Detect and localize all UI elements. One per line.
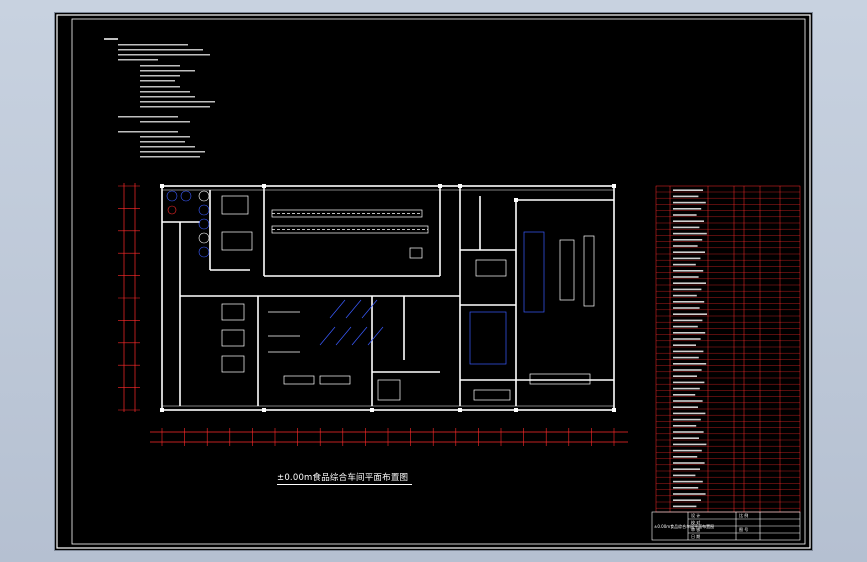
legend-table-entry bbox=[673, 462, 705, 464]
drawing-title: ±0.00m食品综合车间平面布置图 bbox=[277, 472, 412, 485]
title-block-row-review: 审 核 bbox=[691, 527, 701, 532]
legend-table-entry bbox=[673, 201, 706, 204]
legend-table-entry bbox=[673, 214, 697, 216]
left-dimension-chain bbox=[123, 183, 136, 412]
title-block-drawing-name: ±0.00m食品综合车间平面布置图 bbox=[654, 524, 715, 529]
legend-table-entry bbox=[673, 412, 706, 415]
legend-table-entry bbox=[673, 270, 704, 272]
processing-equipment-right bbox=[469, 231, 595, 401]
legend-table-entry bbox=[673, 449, 702, 452]
legend-table-entry bbox=[673, 443, 707, 446]
title-block-row-design: 设 计 bbox=[691, 513, 701, 518]
title-block-sheet-label: 图 号 bbox=[739, 527, 749, 532]
legend-table-entry bbox=[673, 468, 700, 470]
drawing-outer-frame bbox=[56, 14, 811, 549]
legend-table-entry bbox=[673, 350, 704, 353]
legend-table-entry bbox=[673, 425, 697, 427]
legend-table-entry bbox=[673, 394, 696, 396]
floor-plan-drawing bbox=[56, 14, 811, 549]
legend-table-entry bbox=[673, 332, 706, 334]
legend-table-entry bbox=[673, 387, 700, 390]
legend-table-entry bbox=[673, 493, 706, 495]
legend-table-entry bbox=[673, 344, 696, 346]
legend-table-entry bbox=[673, 208, 702, 210]
legend-table-entry bbox=[673, 301, 705, 303]
legend-table-entry bbox=[673, 487, 699, 489]
legend-table-entry bbox=[673, 220, 704, 222]
legend-table-entry bbox=[673, 294, 697, 297]
legend-table-entry bbox=[673, 319, 703, 322]
legend-table-entry bbox=[673, 400, 703, 402]
legend-table-entry bbox=[673, 480, 703, 483]
processing-lines-top bbox=[221, 195, 429, 259]
title-block-row-check: 校 对 bbox=[691, 520, 701, 525]
legend-table-entry bbox=[673, 313, 707, 315]
bottom-dimension-chain bbox=[150, 431, 628, 443]
legend-table-entry bbox=[673, 257, 701, 260]
legend-table-entry bbox=[673, 456, 698, 458]
legend-table-entry bbox=[673, 505, 697, 508]
processing-equipment-lower bbox=[221, 299, 401, 401]
legend-table-entry bbox=[673, 276, 699, 278]
legend-table-entry bbox=[673, 499, 701, 501]
legend-table-entry bbox=[673, 406, 698, 408]
legend-table-entry bbox=[673, 437, 699, 439]
title-block-row-date: 日 期 bbox=[691, 534, 701, 539]
legend-table-entry bbox=[673, 195, 699, 198]
legend-table-entry bbox=[673, 369, 702, 371]
legend-table-entry bbox=[673, 251, 705, 253]
legend-table-entry bbox=[673, 245, 698, 247]
legend-table-entry bbox=[673, 474, 696, 477]
title-block-scale-label: 比 例 bbox=[739, 513, 749, 518]
legend-table-entry bbox=[673, 288, 702, 291]
general-notes bbox=[104, 38, 215, 158]
building-walls bbox=[161, 185, 615, 411]
legend-table-entry bbox=[673, 307, 700, 309]
cad-viewer: ±0.00m食品综合车间平面布置图 ±0.00m食品综合车间平面布置图 设 计 … bbox=[0, 0, 867, 562]
legend-table-entry bbox=[673, 232, 707, 235]
drawing-inner-frame bbox=[71, 18, 806, 545]
legend-table-entry bbox=[673, 431, 704, 433]
legend-table-entry bbox=[673, 226, 700, 229]
legend-table-entry bbox=[673, 418, 701, 421]
storage-tanks bbox=[166, 190, 210, 258]
legend-table-entry bbox=[673, 363, 707, 365]
legend-table-entry bbox=[673, 263, 696, 266]
legend-table-entry bbox=[673, 381, 705, 384]
legend-table-entry bbox=[673, 375, 697, 377]
legend-table-entry bbox=[673, 239, 703, 241]
legend-table-entry bbox=[673, 189, 703, 191]
legend-table-entry bbox=[673, 338, 701, 340]
structural-columns bbox=[160, 184, 616, 412]
legend-table-entry bbox=[673, 356, 699, 359]
legend-table-entry bbox=[673, 325, 698, 328]
legend-table-entry bbox=[673, 282, 706, 284]
